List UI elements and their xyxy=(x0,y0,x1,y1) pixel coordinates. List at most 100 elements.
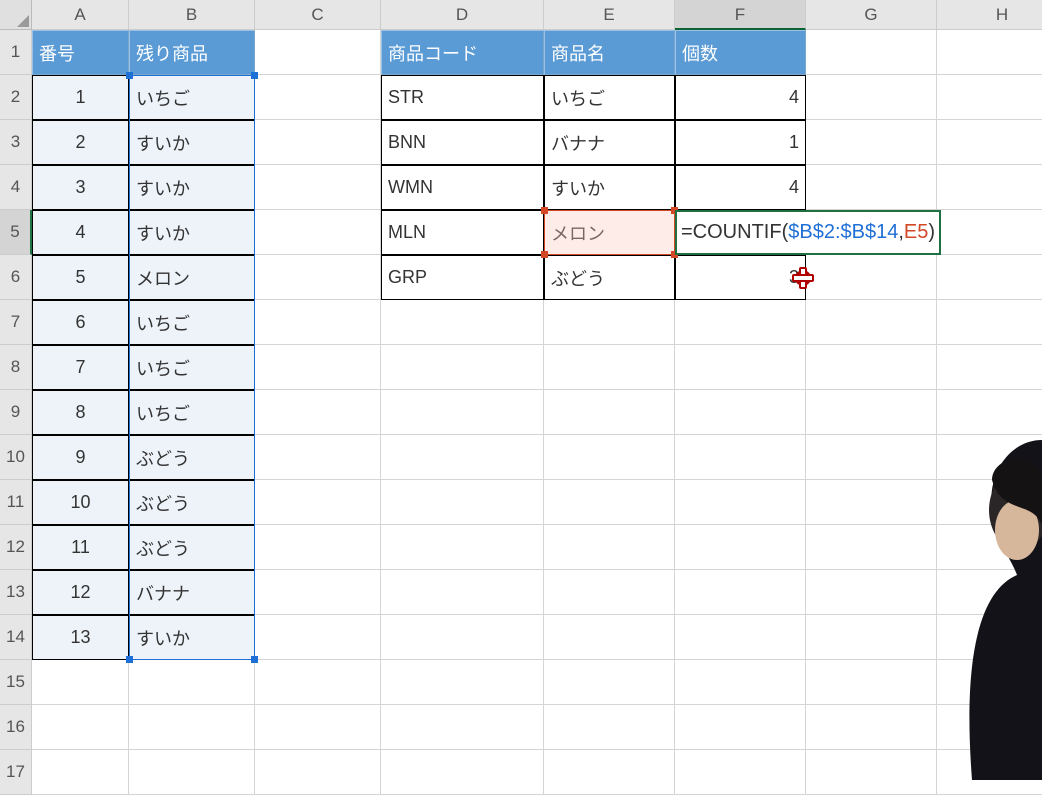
cell-H11[interactable] xyxy=(937,480,1042,525)
cell-H15[interactable] xyxy=(937,660,1042,705)
cell-H13[interactable] xyxy=(937,570,1042,615)
cell-F16[interactable] xyxy=(675,705,806,750)
row-header-8[interactable]: 8 xyxy=(0,345,32,390)
cell-G7[interactable] xyxy=(806,300,937,345)
cell-B10[interactable]: ぶどう xyxy=(129,435,255,480)
cell-D1[interactable]: 商品コード xyxy=(381,30,544,75)
cell-A17[interactable] xyxy=(32,750,129,795)
cell-F2[interactable]: 4 xyxy=(675,75,806,120)
cell-B15[interactable] xyxy=(129,660,255,705)
cell-G12[interactable] xyxy=(806,525,937,570)
row-header-14[interactable]: 14 xyxy=(0,615,32,660)
cell-G15[interactable] xyxy=(806,660,937,705)
col-header-C[interactable]: C xyxy=(255,0,381,30)
cell-F12[interactable] xyxy=(675,525,806,570)
row-header-17[interactable]: 17 xyxy=(0,750,32,795)
cell-E16[interactable] xyxy=(544,705,675,750)
cell-B2[interactable]: いちご xyxy=(129,75,255,120)
cell-G17[interactable] xyxy=(806,750,937,795)
col-header-B[interactable]: B xyxy=(129,0,255,30)
cell-G3[interactable] xyxy=(806,120,937,165)
cell-B17[interactable] xyxy=(129,750,255,795)
row-header-15[interactable]: 15 xyxy=(0,660,32,705)
cell-H2[interactable] xyxy=(937,75,1042,120)
cell-F11[interactable] xyxy=(675,480,806,525)
row-header-13[interactable]: 13 xyxy=(0,570,32,615)
cell-D8[interactable] xyxy=(381,345,544,390)
row-header-1[interactable]: 1 xyxy=(0,30,32,75)
cell-C7[interactable] xyxy=(255,300,381,345)
cell-A3[interactable]: 2 xyxy=(32,120,129,165)
cell-A4[interactable]: 3 xyxy=(32,165,129,210)
cell-F9[interactable] xyxy=(675,390,806,435)
cell-A8[interactable]: 7 xyxy=(32,345,129,390)
cell-H10[interactable] xyxy=(937,435,1042,480)
cell-B3[interactable]: すいか xyxy=(129,120,255,165)
row-header-4[interactable]: 4 xyxy=(0,165,32,210)
cell-E12[interactable] xyxy=(544,525,675,570)
cell-D5[interactable]: MLN xyxy=(381,210,544,255)
cell-E15[interactable] xyxy=(544,660,675,705)
cell-A16[interactable] xyxy=(32,705,129,750)
cell-A11[interactable]: 10 xyxy=(32,480,129,525)
cell-H14[interactable] xyxy=(937,615,1042,660)
cell-C11[interactable] xyxy=(255,480,381,525)
cell-F6[interactable]: 3 xyxy=(675,255,806,300)
cell-D3[interactable]: BNN xyxy=(381,120,544,165)
cell-C10[interactable] xyxy=(255,435,381,480)
cell-E6[interactable]: ぶどう xyxy=(544,255,675,300)
cell-B11[interactable]: ぶどう xyxy=(129,480,255,525)
cell-C16[interactable] xyxy=(255,705,381,750)
spreadsheet[interactable]: ABCDEFGH 1234567891011121314151617 番号残り商… xyxy=(0,0,1042,780)
cell-A12[interactable]: 11 xyxy=(32,525,129,570)
cell-D2[interactable]: STR xyxy=(381,75,544,120)
cell-D7[interactable] xyxy=(381,300,544,345)
cell-H3[interactable] xyxy=(937,120,1042,165)
cell-E2[interactable]: いちご xyxy=(544,75,675,120)
cell-D10[interactable] xyxy=(381,435,544,480)
cell-B6[interactable]: メロン xyxy=(129,255,255,300)
cell-H7[interactable] xyxy=(937,300,1042,345)
cell-B1[interactable]: 残り商品 xyxy=(129,30,255,75)
row-header-9[interactable]: 9 xyxy=(0,390,32,435)
cell-E10[interactable] xyxy=(544,435,675,480)
cell-E7[interactable] xyxy=(544,300,675,345)
col-header-D[interactable]: D xyxy=(381,0,544,30)
cell-C1[interactable] xyxy=(255,30,381,75)
cell-C14[interactable] xyxy=(255,615,381,660)
cell-E8[interactable] xyxy=(544,345,675,390)
row-header-6[interactable]: 6 xyxy=(0,255,32,300)
cell-G8[interactable] xyxy=(806,345,937,390)
cell-F17[interactable] xyxy=(675,750,806,795)
cell-C15[interactable] xyxy=(255,660,381,705)
cell-E4[interactable]: すいか xyxy=(544,165,675,210)
cell-F15[interactable] xyxy=(675,660,806,705)
cell-G11[interactable] xyxy=(806,480,937,525)
cell-grid[interactable]: 番号残り商品商品コード商品名個数1いちごSTRいちご42すいかBNNバナナ13す… xyxy=(32,30,1042,795)
cell-H17[interactable] xyxy=(937,750,1042,795)
cell-G6[interactable] xyxy=(806,255,937,300)
row-header-10[interactable]: 10 xyxy=(0,435,32,480)
cell-C13[interactable] xyxy=(255,570,381,615)
cell-F7[interactable] xyxy=(675,300,806,345)
cell-A13[interactable]: 12 xyxy=(32,570,129,615)
range-handle[interactable] xyxy=(126,72,133,79)
cell-H8[interactable] xyxy=(937,345,1042,390)
col-header-A[interactable]: A xyxy=(32,0,129,30)
cell-A10[interactable]: 9 xyxy=(32,435,129,480)
row-header-5[interactable]: 5 xyxy=(0,210,32,255)
cell-A5[interactable]: 4 xyxy=(32,210,129,255)
cell-H6[interactable] xyxy=(937,255,1042,300)
range-handle[interactable] xyxy=(126,656,133,663)
cell-D9[interactable] xyxy=(381,390,544,435)
cell-D17[interactable] xyxy=(381,750,544,795)
cell-A1[interactable]: 番号 xyxy=(32,30,129,75)
cell-D13[interactable] xyxy=(381,570,544,615)
cell-F4[interactable]: 4 xyxy=(675,165,806,210)
cell-G1[interactable] xyxy=(806,30,937,75)
cell-E9[interactable] xyxy=(544,390,675,435)
cell-C4[interactable] xyxy=(255,165,381,210)
cell-C6[interactable] xyxy=(255,255,381,300)
cell-F10[interactable] xyxy=(675,435,806,480)
cell-D16[interactable] xyxy=(381,705,544,750)
